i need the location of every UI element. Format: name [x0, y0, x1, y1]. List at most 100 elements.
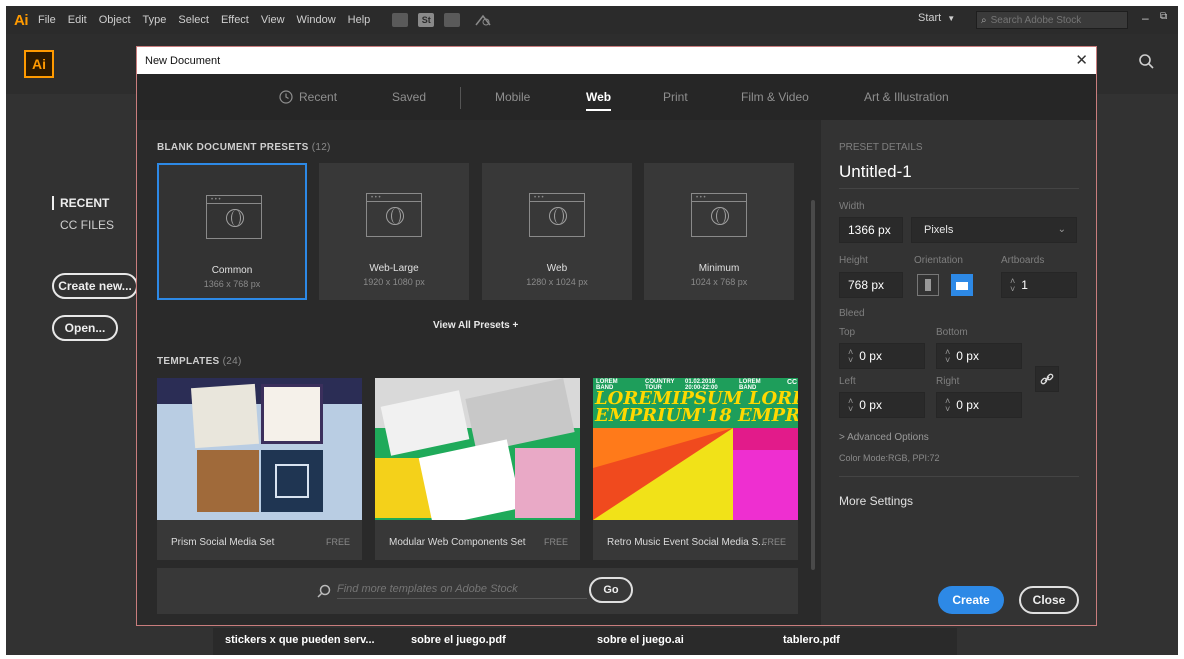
- orientation-label: Orientation: [914, 255, 963, 266]
- workspace-switcher[interactable]: Start ▼: [918, 12, 955, 24]
- retro-headline-2: EMPRIUM'18: [595, 405, 732, 426]
- divider: [839, 476, 1079, 477]
- template-thumbnail: [375, 378, 580, 520]
- tab-saved[interactable]: Saved: [392, 90, 426, 104]
- bleed-right-stepper[interactable]: ˄ ˅ 0 px: [936, 392, 1022, 418]
- close-button[interactable]: Close: [1019, 586, 1079, 614]
- menu-object[interactable]: Object: [99, 14, 131, 26]
- tab-web[interactable]: Web: [586, 90, 612, 111]
- search-icon: ⌕: [981, 14, 987, 26]
- bleed-top-label: Top: [839, 327, 856, 338]
- presets-pane: BLANK DOCUMENT PRESETS (12) • • • Common…: [137, 120, 819, 625]
- close-icon[interactable]: ✕: [1075, 51, 1088, 69]
- height-input[interactable]: 768 px: [839, 272, 903, 298]
- template-card-modular[interactable]: Modular Web Components Set FREE: [375, 378, 580, 560]
- tab-art-illustration[interactable]: Art & Illustration: [864, 90, 949, 104]
- bridge-icon[interactable]: [392, 13, 409, 27]
- home-nav-cc-files[interactable]: CC FILES: [60, 218, 114, 232]
- landscape-orientation-button[interactable]: [951, 274, 973, 296]
- menu-file[interactable]: File: [38, 14, 56, 26]
- web-document-icon: • • •: [691, 193, 747, 237]
- portrait-orientation-button[interactable]: [917, 274, 939, 296]
- gpu-performance-icon[interactable]: [474, 13, 492, 27]
- template-search-input[interactable]: [337, 583, 587, 599]
- minimize-icon[interactable]: –: [1142, 11, 1149, 25]
- preset-card-web-large[interactable]: • • • Web-Large 1920 x 1080 px: [319, 163, 469, 300]
- template-card-retro-music[interactable]: LOREM BAND COUNTRY TOUR 01.02.2018 20:00…: [593, 378, 798, 560]
- tab-film-video[interactable]: Film & Video: [741, 90, 809, 104]
- preset-name: Common: [211, 265, 253, 276]
- menu-type[interactable]: Type: [143, 14, 167, 26]
- tab-mobile[interactable]: Mobile: [495, 90, 530, 104]
- presets-scrollbar[interactable]: [811, 200, 815, 570]
- preset-name: Minimum: [698, 263, 740, 274]
- width-input[interactable]: 1366 px: [839, 217, 903, 243]
- bleed-bottom-stepper[interactable]: ˄ ˅ 0 px: [936, 343, 1022, 369]
- preset-card-common[interactable]: • • • Common 1366 x 768 px: [157, 163, 307, 300]
- ai-app-logo: Ai: [24, 50, 54, 78]
- restore-icon[interactable]: ⧉: [1160, 11, 1167, 22]
- workspace-label: Start: [918, 12, 942, 24]
- link-bleed-button[interactable]: [1035, 366, 1059, 392]
- templates-heading: TEMPLATES (24): [157, 356, 242, 367]
- recent-file[interactable]: tablero.pdf: [771, 628, 957, 655]
- recent-file[interactable]: sobre el juego.pdf: [399, 628, 585, 655]
- view-all-presets-button[interactable]: View All Presets +: [433, 320, 518, 331]
- height-label: Height: [839, 255, 868, 266]
- home-search-icon[interactable]: [1138, 53, 1154, 72]
- recent-files-list: stickers x que pueden serv... sobre el j…: [213, 628, 957, 655]
- templates-label: TEMPLATES: [157, 356, 220, 367]
- artboards-value: 1: [1021, 278, 1028, 292]
- menu-window[interactable]: Window: [297, 14, 336, 26]
- menu-help[interactable]: Help: [348, 14, 371, 26]
- menu-effect[interactable]: Effect: [221, 14, 249, 26]
- menu-view[interactable]: View: [261, 14, 285, 26]
- link-icon: [1040, 373, 1054, 385]
- template-name: Retro Music Event Social Media S...: [607, 537, 767, 548]
- bleed-right-value: 0 px: [956, 398, 979, 412]
- bleed-bottom-label: Bottom: [936, 327, 968, 338]
- bleed-left-stepper[interactable]: ˄ ˅ 0 px: [839, 392, 925, 418]
- artboards-stepper[interactable]: ˄ ˅ 1: [1001, 272, 1077, 298]
- tab-print[interactable]: Print: [663, 90, 688, 104]
- divider: [839, 188, 1079, 189]
- recent-file[interactable]: sobre el juego.ai: [585, 628, 771, 655]
- preset-card-web[interactable]: • • • Web 1280 x 1024 px: [482, 163, 632, 300]
- document-name-field[interactable]: Untitled-1: [839, 162, 912, 182]
- template-name: Modular Web Components Set: [389, 537, 526, 548]
- home-nav-recent[interactable]: RECENT: [52, 196, 109, 210]
- preset-size: 1366 x 768 px: [203, 279, 261, 289]
- new-document-dialog: New Document ✕ Recent Saved Mobile Web P…: [136, 46, 1097, 626]
- stepper-icon[interactable]: ˄ ˅: [848, 348, 853, 365]
- arrange-documents-icon[interactable]: [444, 13, 461, 27]
- open-button[interactable]: Open...: [52, 315, 118, 341]
- template-card-prism[interactable]: Prism Social Media Set FREE: [157, 378, 362, 560]
- stock-icon[interactable]: St: [418, 13, 435, 27]
- dialog-titlebar: New Document ✕: [137, 47, 1096, 74]
- portrait-icon: [925, 279, 931, 291]
- recent-file[interactable]: stickers x que pueden serv...: [213, 628, 399, 655]
- tab-recent[interactable]: Recent: [279, 90, 337, 104]
- stepper-icon[interactable]: ˄ ˅: [945, 348, 950, 365]
- free-badge: FREE: [543, 537, 568, 547]
- preset-size: 1280 x 1024 px: [526, 277, 588, 287]
- bleed-left-label: Left: [839, 376, 856, 387]
- menu-select[interactable]: Select: [178, 14, 209, 26]
- units-dropdown[interactable]: Pixels ⌄: [911, 217, 1077, 243]
- bleed-label: Bleed: [839, 308, 865, 319]
- create-new-button[interactable]: Create new...: [52, 273, 138, 299]
- advanced-options-toggle[interactable]: > Advanced Options: [839, 432, 929, 443]
- go-button[interactable]: Go: [589, 577, 633, 603]
- create-button[interactable]: Create: [938, 586, 1004, 614]
- category-tabs: Recent Saved Mobile Web Print Film & Vid…: [137, 74, 1096, 120]
- stock-search-box[interactable]: ⌕: [976, 11, 1128, 29]
- stock-search-input[interactable]: [990, 14, 1111, 26]
- bleed-top-stepper[interactable]: ˄ ˅ 0 px: [839, 343, 925, 369]
- preset-name: Web-Large: [369, 263, 419, 274]
- stepper-icon[interactable]: ˄ ˅: [1010, 277, 1015, 294]
- stepper-icon[interactable]: ˄ ˅: [848, 397, 853, 414]
- menu-edit[interactable]: Edit: [68, 14, 87, 26]
- more-settings-button[interactable]: More Settings: [839, 494, 913, 508]
- preset-card-minimum[interactable]: • • • Minimum 1024 x 768 px: [644, 163, 794, 300]
- stepper-icon[interactable]: ˄ ˅: [945, 397, 950, 414]
